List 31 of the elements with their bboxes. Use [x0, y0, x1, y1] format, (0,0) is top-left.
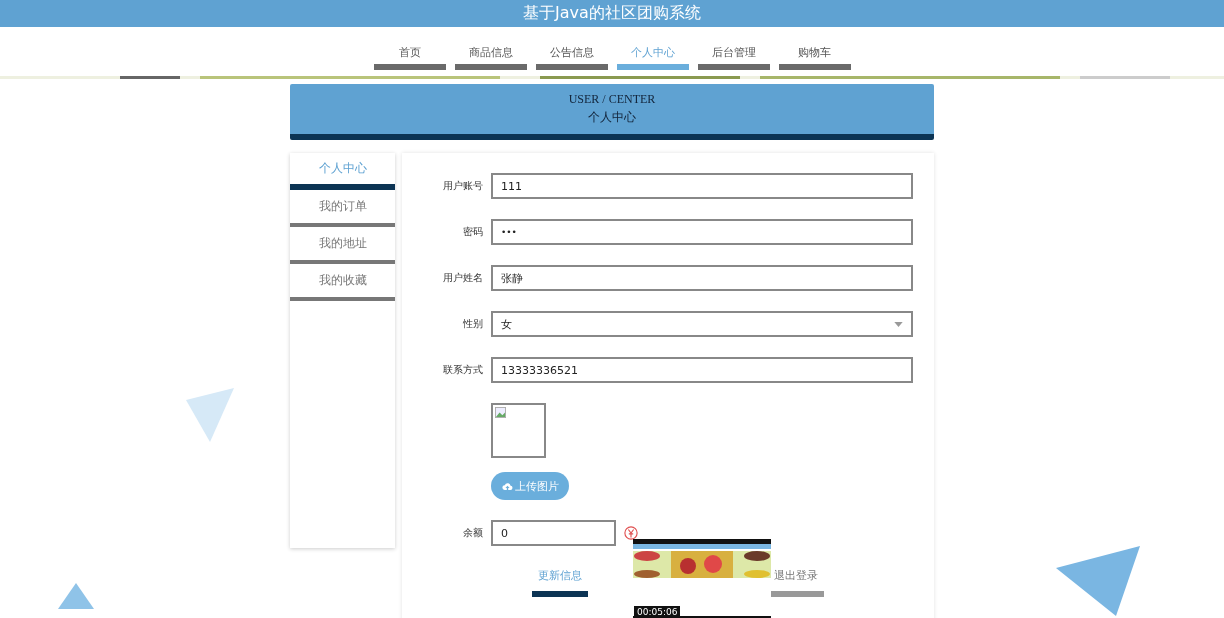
sidebar-item[interactable]: 我的订单: [290, 190, 395, 227]
nav-tab[interactable]: 后台管理: [697, 45, 770, 70]
field-label: 用户姓名: [442, 271, 483, 285]
field-label: 余额: [462, 526, 483, 540]
input-field[interactable]: 13333336521: [491, 357, 913, 383]
select-field[interactable]: 女: [491, 311, 913, 337]
triangle-shape: [58, 583, 94, 609]
form-button[interactable]: 退出登录: [768, 568, 824, 597]
cloud-upload-icon: [501, 481, 513, 491]
field-label: 联系方式: [442, 363, 483, 377]
broken-image-icon: [495, 407, 506, 418]
field-label: 性别: [462, 317, 483, 331]
input-field[interactable]: 0: [491, 520, 616, 546]
triangle-shape: [186, 388, 234, 442]
sidebar-item[interactable]: 我的收藏: [290, 264, 395, 301]
header-title: 个人中心: [588, 109, 636, 126]
nav-tab[interactable]: 购物车: [778, 45, 851, 70]
site-title: 基于Java的社区团购系统: [523, 3, 701, 24]
header-title-en: USER / CENTER: [568, 92, 656, 107]
field-label: 用户账号: [442, 179, 483, 193]
video-timestamp: 00:05:06: [634, 606, 681, 618]
caret-icon: [894, 321, 903, 327]
password-field[interactable]: •••: [491, 219, 913, 245]
coin-icon: [624, 526, 638, 540]
nav-tab[interactable]: 公告信息: [535, 45, 608, 70]
nav-tab[interactable]: 商品信息: [454, 45, 527, 70]
input-field[interactable]: 张静: [491, 265, 913, 291]
field-label: 密码: [462, 225, 483, 239]
input-field[interactable]: 111: [491, 173, 913, 199]
sidebar-item[interactable]: 我的地址: [290, 227, 395, 264]
nav-tab[interactable]: 首页: [373, 45, 446, 70]
